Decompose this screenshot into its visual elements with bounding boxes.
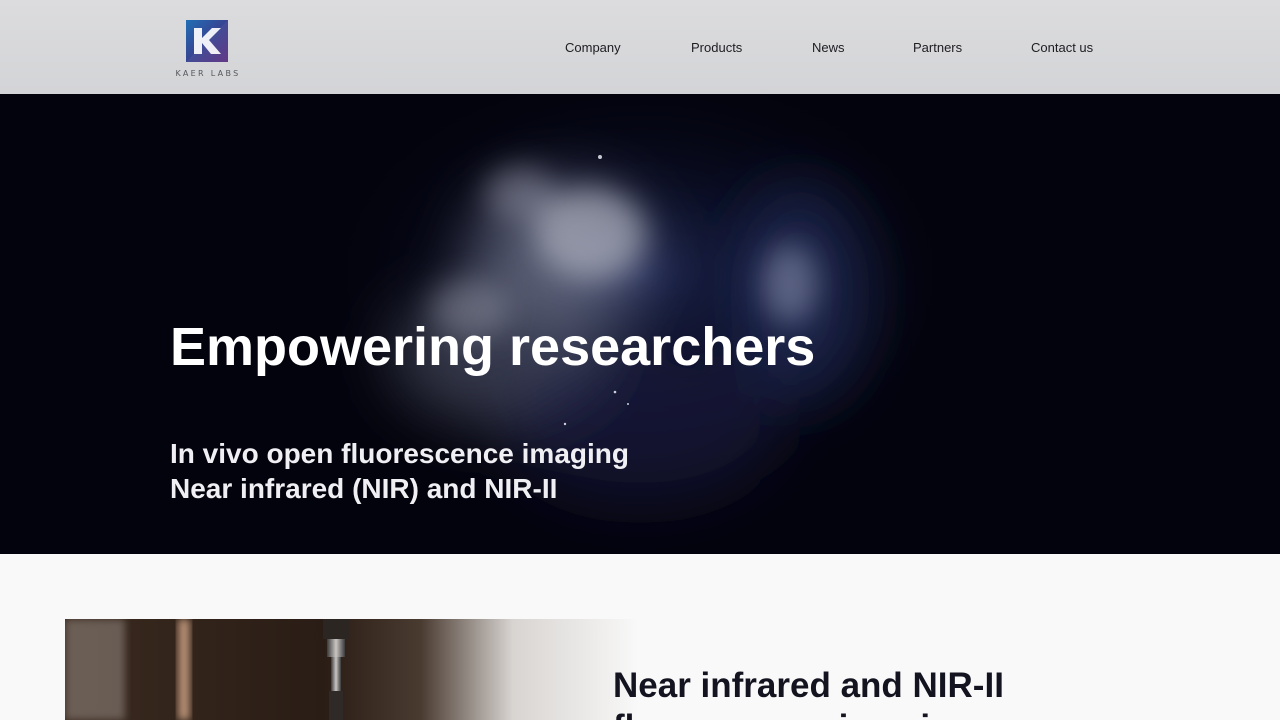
nav-products[interactable]: Products bbox=[691, 40, 742, 55]
hero-subtitle-line1: In vivo open fluorescence imaging bbox=[170, 438, 629, 469]
nav-contact-us[interactable]: Contact us bbox=[1031, 40, 1093, 55]
section-title-line1: Near infrared and NIR-II bbox=[613, 666, 1004, 705]
section-title-line2: fluorescence imaging bbox=[613, 708, 973, 720]
nav-company[interactable]: Company bbox=[565, 40, 621, 55]
hero-title: Empowering researchers bbox=[170, 317, 816, 377]
main-nav: Company Products News Partners Contact u… bbox=[0, 40, 1280, 58]
hero-banner: Empowering researchers In vivo open fluo… bbox=[0, 94, 1280, 554]
nav-news[interactable]: News bbox=[812, 40, 845, 55]
site-header: KAER LABS Company Products News Partners… bbox=[0, 0, 1280, 94]
brand-name: KAER LABS bbox=[175, 69, 241, 78]
product-photo bbox=[65, 619, 639, 720]
nav-partners[interactable]: Partners bbox=[913, 40, 962, 55]
hero-subtitle-line2: Near infrared (NIR) and NIR-II bbox=[170, 473, 558, 504]
